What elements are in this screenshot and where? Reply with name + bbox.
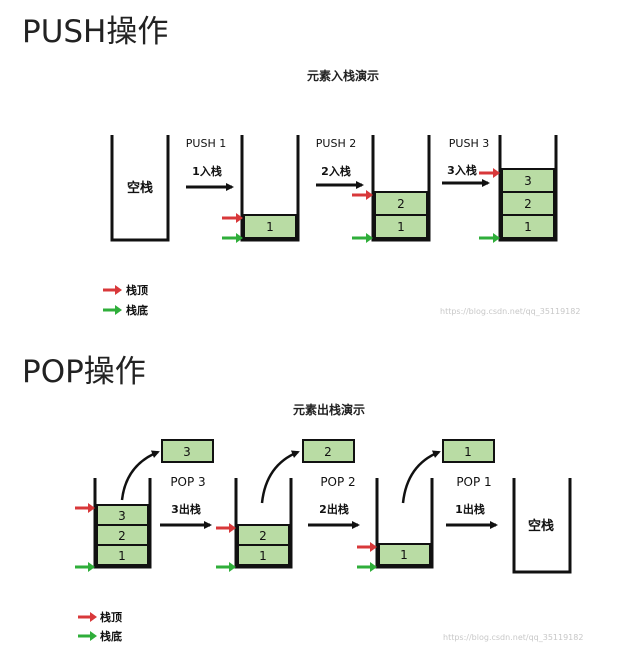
pop-legend: 栈顶 栈底 xyxy=(78,610,122,643)
push-1-action-label: 1入栈 xyxy=(192,164,222,178)
pop-3-popped-label: 3 xyxy=(183,445,191,459)
pop-1-element-1-label: 1 xyxy=(400,548,408,562)
push-3-element-2-label: 2 xyxy=(524,197,532,211)
push-3-element-3-label: 3 xyxy=(524,174,532,188)
stack-diagram: 元素入栈演示 空栈 PUSH 1 1入栈 1 PUSH 2 2入栈 1 2 PU… xyxy=(75,68,583,643)
pop-2-element-2-label: 2 xyxy=(259,529,267,543)
pop-3-element-1-label: 1 xyxy=(118,549,126,563)
push-3-action-label: 3入栈 xyxy=(447,163,477,177)
push-diagram-title: 元素入栈演示 xyxy=(307,68,379,83)
pop-legend-bottom-label: 栈底 xyxy=(100,629,122,643)
pop-3-element-2-label: 2 xyxy=(118,529,126,543)
push-1-op-label: PUSH 1 xyxy=(186,137,226,150)
pop-watermark: https://blog.csdn.net/qq_35119182 xyxy=(443,633,583,642)
empty-stack-label: 空栈 xyxy=(127,180,153,196)
pop-2-element-1-label: 1 xyxy=(259,549,267,563)
push-3-element-1-label: 1 xyxy=(524,220,532,234)
pop-2-curve-arrow xyxy=(260,450,300,504)
push-watermark: https://blog.csdn.net/qq_35119182 xyxy=(440,307,580,316)
pop-empty-stack-label: 空栈 xyxy=(528,518,554,534)
pop-3-element-3-label: 3 xyxy=(118,509,126,523)
push-3-op-label: PUSH 3 xyxy=(449,137,489,150)
pop-3-curve-arrow xyxy=(120,450,160,501)
push-2-element-2-label: 2 xyxy=(397,197,405,211)
pop-2-op-label: POP 2 xyxy=(320,475,355,489)
pop-2-popped-label: 2 xyxy=(324,445,332,459)
push-legend-bottom-label: 栈底 xyxy=(126,303,148,317)
push-legend: 栈顶 栈底 xyxy=(103,283,148,317)
push-2-action-label: 2入栈 xyxy=(321,164,351,178)
pop-2-action-label: 2出栈 xyxy=(319,502,349,516)
pop-1-popped-label: 1 xyxy=(464,445,472,459)
push-2-element-1-label: 1 xyxy=(397,220,405,234)
pop-1-action-label: 1出栈 xyxy=(455,502,485,516)
push-2-op-label: PUSH 2 xyxy=(316,137,356,150)
pop-1-curve-arrow xyxy=(401,450,441,504)
pop-3-action-label: 3出栈 xyxy=(171,502,201,516)
pop-legend-top-label: 栈顶 xyxy=(100,610,122,624)
push-legend-top-label: 栈顶 xyxy=(126,283,148,297)
pop-3-op-label: POP 3 xyxy=(170,475,205,489)
push-1-element-1-label: 1 xyxy=(266,220,274,234)
pop-diagram-title: 元素出栈演示 xyxy=(293,402,365,417)
pop-1-op-label: POP 1 xyxy=(456,475,491,489)
